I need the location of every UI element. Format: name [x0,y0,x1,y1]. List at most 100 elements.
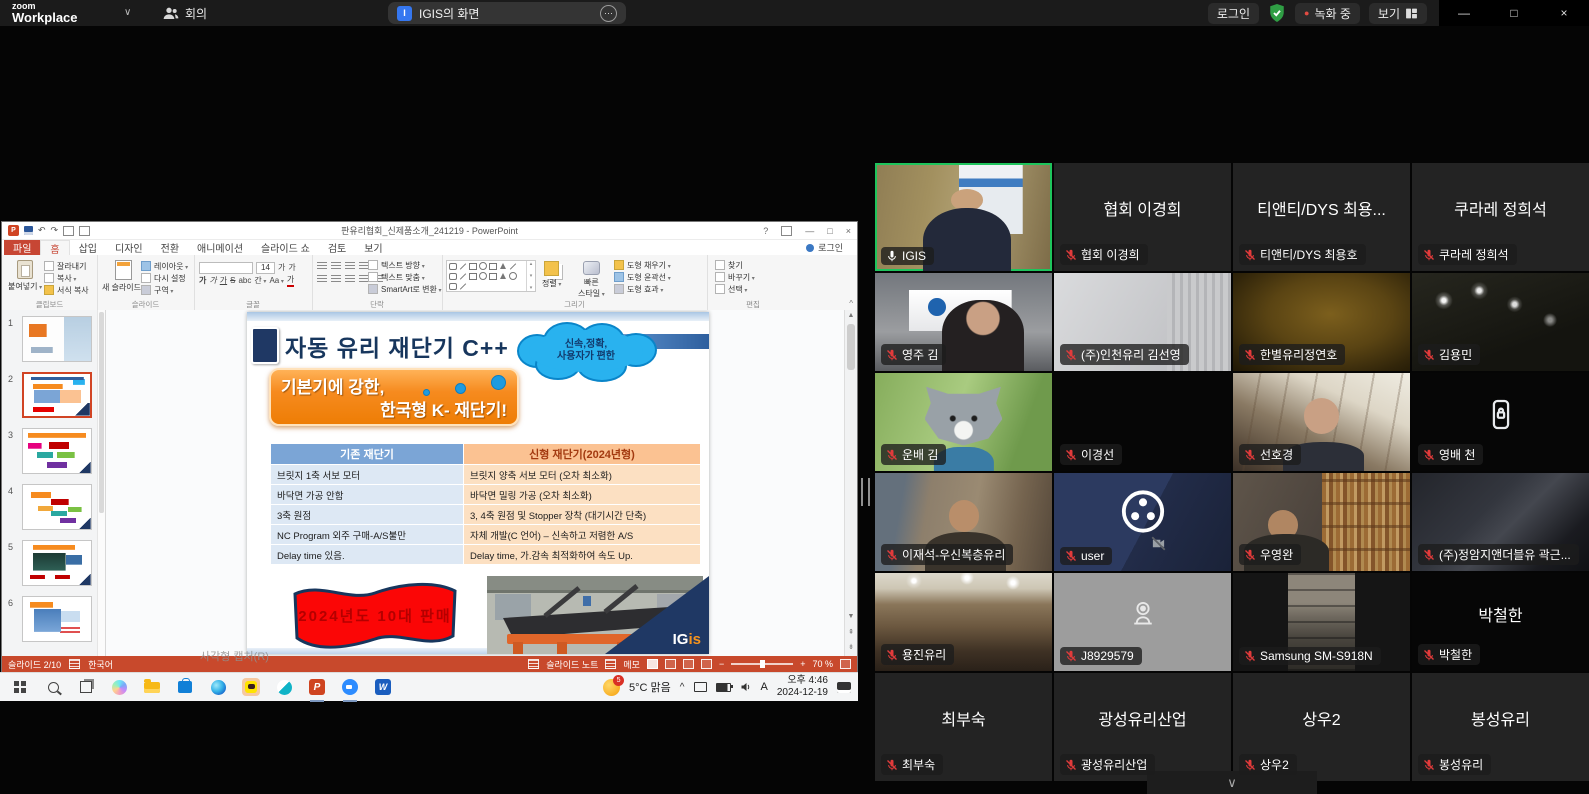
zoom-in-icon[interactable]: + [800,659,805,669]
zoom-app-icon[interactable] [339,676,361,698]
char-spacing-icon[interactable]: 간 [254,275,266,286]
scroll-down-icon[interactable]: ▼ [845,613,857,620]
change-case-icon[interactable]: Aa [269,276,283,285]
customize-qat-icon[interactable] [79,226,90,236]
recording-indicator[interactable]: ● 녹화 중 [1295,3,1360,24]
shapes-scrollbar[interactable]: ▴▾▾ [526,261,535,291]
format-painter-button[interactable]: 서식 복사 [44,284,89,296]
bullets-icon[interactable] [317,262,327,270]
font-name-box[interactable] [199,262,253,274]
thumbnail-preview[interactable] [22,372,92,418]
smartart-button[interactable]: SmartArt로 변환 [368,283,442,295]
powerpoint-icon[interactable] [306,676,328,698]
thumbnail-preview[interactable] [22,484,92,530]
undo-icon[interactable]: ↶ [38,225,46,236]
ppt-restore-button[interactable]: □ [827,226,832,236]
font-color-icon[interactable]: 가 [287,274,294,287]
chevron-down-icon[interactable]: ∨ [124,7,131,18]
thumbnail-preview[interactable] [22,596,92,642]
windows-start-icon[interactable] [9,676,31,698]
thumbnail-preview[interactable] [22,316,92,362]
taskbar-clock[interactable]: 오후 4:46 2024-12-19 [777,675,828,699]
section-button[interactable]: 구역 [141,284,188,296]
slide-thumbnail-5[interactable]: 5 [2,540,105,596]
menu-tab-전환[interactable]: 전환 [152,240,188,255]
weather-text[interactable]: 5°C 맑음 [629,679,671,695]
kakaotalk-icon[interactable] [240,676,262,698]
italic-icon[interactable]: 가 [209,275,216,286]
minimize-button[interactable]: — [1439,0,1489,26]
slide-thumbnail-2[interactable]: 2 [2,372,105,428]
participant-tile[interactable]: 용진유리 [875,573,1052,671]
shape-fill-button[interactable]: 도형 채우기 [614,259,671,271]
slide-thumbnail-1[interactable]: 1 [2,316,105,372]
align-right-icon[interactable] [345,275,355,283]
thumbnail-preview[interactable] [22,540,92,586]
menu-tab-검토[interactable]: 검토 [319,240,355,255]
reading-view-icon[interactable] [683,659,694,669]
more-options-icon[interactable]: ⋯ [600,5,617,22]
participant-tile[interactable]: 영주 김 [875,273,1052,371]
participant-tile[interactable]: 최부숙최부숙 [875,673,1052,781]
speaker-icon[interactable] [740,682,752,692]
ppt-help-icon[interactable]: ? [763,226,768,236]
slideshow-view-icon[interactable] [701,659,712,669]
shrink-font-icon[interactable]: 가 [288,262,295,273]
participant-tile[interactable]: 김용민 [1412,273,1589,371]
memo-button[interactable]: 메모 [623,658,640,671]
menu-tab-보기[interactable]: 보기 [355,240,391,255]
layout-button[interactable]: 레이아웃 [141,260,188,272]
participant-tile[interactable]: (주)정암지앤더블유 곽근... [1412,473,1589,571]
ppt-minimize-button[interactable]: — [805,226,814,236]
security-shield-icon[interactable] [1268,3,1286,23]
weather-icon[interactable]: 5 [603,679,620,696]
collapse-ribbon-icon[interactable]: ^ [849,299,853,308]
menu-tab-삽입[interactable]: 삽입 [70,240,106,255]
align-center-icon[interactable] [331,275,341,283]
participant-tile[interactable]: 협회 이경희협회 이경희 [1054,163,1231,271]
grow-font-icon[interactable]: 가 [278,262,285,273]
login-button[interactable]: 로그인 [1208,3,1259,24]
participant-tile[interactable]: 상우2상우2 [1233,673,1410,781]
menu-tab-애니메이션[interactable]: 애니메이션 [188,240,252,255]
task-view-icon[interactable] [75,676,97,698]
slide-vertical-scrollbar[interactable]: ▲ ▼ ⇞ ⇟ [844,310,857,656]
zoom-level[interactable]: 70 % [812,659,833,669]
start-from-beginning-icon[interactable] [63,226,74,236]
thumbnail-preview[interactable] [22,428,92,474]
numbering-icon[interactable] [331,262,341,270]
participant-tile[interactable]: Samsung SM-S918N [1233,573,1410,671]
participant-tile[interactable]: 한별유리정연호 [1233,273,1410,371]
arrange-button[interactable]: 정렬 [542,261,561,289]
participant-tile[interactable]: (주)인천유리 김선영 [1054,273,1231,371]
participant-tile[interactable]: 영배 천 [1412,373,1589,471]
text-direction-button[interactable]: 텍스트 방향 [368,259,442,271]
slide-editing-area[interactable]: 자동 유리 재단기 C++ 신속,정확, 사용자가 편한 기본기에 강한, 한국… [106,310,857,656]
copy-button[interactable]: 복사 [44,272,89,284]
scroll-up-icon[interactable]: ▲ [845,312,857,319]
select-button[interactable]: 선택 [715,283,755,295]
next-slide-icon[interactable]: ⇟ [845,643,857,651]
normal-view-icon[interactable] [647,659,658,669]
search-icon[interactable] [42,676,64,698]
file-explorer-icon[interactable] [141,676,163,698]
participant-tile[interactable]: IGIS [875,163,1052,271]
fit-to-window-icon[interactable] [840,659,851,669]
find-button[interactable]: 찾기 [715,259,755,271]
participant-tile[interactable]: 선호경 [1233,373,1410,471]
font-size-box[interactable]: 14 [256,262,275,274]
participant-tile[interactable]: 우영완 [1233,473,1410,571]
word-icon[interactable] [372,676,394,698]
thumbnail-scrollbar[interactable] [97,310,105,656]
menu-tab-홈[interactable]: 홈 [40,240,69,255]
panel-resize-handle[interactable] [861,478,870,506]
strikethrough-icon[interactable]: S [230,276,235,285]
participant-tile[interactable]: 박철한박철한 [1412,573,1589,671]
paste-button[interactable]: 붙여넣기 [8,260,42,292]
device-icon[interactable] [694,682,707,692]
slide-sorter-view-icon[interactable] [665,659,676,669]
maximize-button[interactable]: □ [1489,0,1539,26]
slide-canvas[interactable]: 자동 유리 재단기 C++ 신속,정확, 사용자가 편한 기본기에 강한, 한국… [247,312,709,654]
participant-tile[interactable]: 광성유리산업광성유리산업 [1054,673,1231,781]
align-left-icon[interactable] [317,275,327,283]
